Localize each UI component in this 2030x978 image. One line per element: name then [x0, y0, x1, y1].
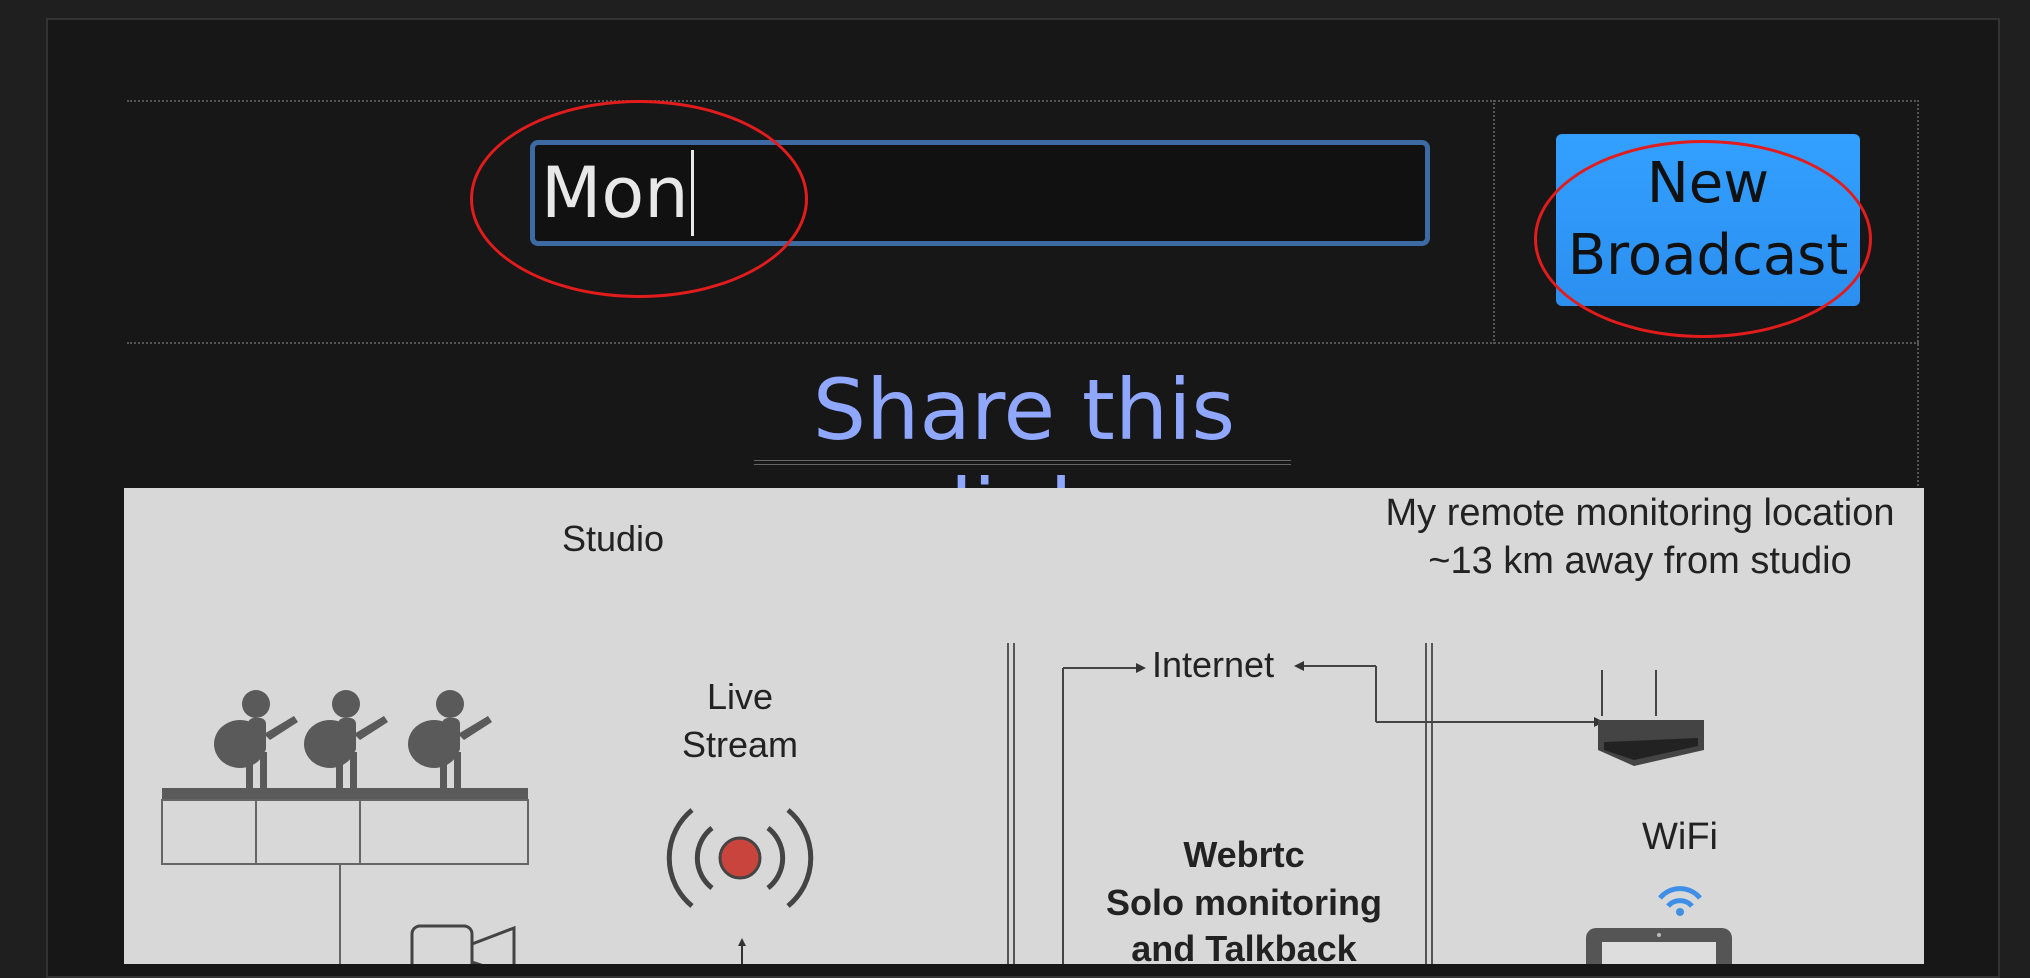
column-divider: [1493, 100, 1495, 344]
text-caret: [690, 150, 694, 236]
broadcast-title-input[interactable]: Mon: [530, 140, 1430, 246]
remote-location-label-line1: My remote monitoring location: [1385, 492, 1895, 534]
share-title-underline: [754, 460, 1291, 465]
studio-label: Studio: [562, 518, 665, 559]
live-stream-label-line1: Live: [706, 676, 774, 717]
live-stream-label-line2: Stream: [681, 724, 799, 765]
new-broadcast-label-line1: New: [1646, 151, 1770, 216]
webrtc-label-line1: Webrtc: [1183, 834, 1305, 875]
remote-location-label-line2: ~13 km away from studio: [1428, 540, 1852, 582]
webrtc-label-line2: Solo monitoring: [1106, 882, 1382, 923]
new-broadcast-label-line2: Broadcast: [1567, 223, 1849, 288]
internet-label: Internet: [1152, 644, 1275, 685]
column-divider-right: [1917, 100, 1919, 486]
monitoring-diagram: Studio My remote monitoring location ~13…: [124, 488, 1924, 964]
wifi-label: WiFi: [1642, 816, 1718, 858]
new-broadcast-button[interactable]: New Broadcast: [1556, 134, 1860, 306]
broadcast-title-value: Mon: [541, 152, 689, 234]
webrtc-label-line3: and Talkback: [1131, 928, 1357, 964]
